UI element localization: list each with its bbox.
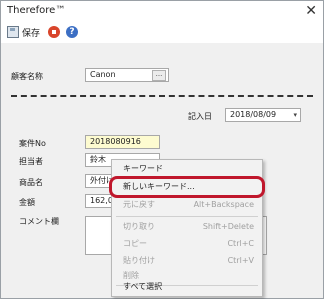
menu-item-label: 切り取り (123, 222, 155, 231)
context-menu: キーワード 新しいキーワード... 元に戻す Alt+Backspace 切り取… (109, 159, 265, 297)
menu-item-cut[interactable]: 切り取り Shift+Delete (112, 219, 262, 235)
chevron-down-icon[interactable]: ▾ (293, 109, 297, 121)
customer-label: 顧客名称 (11, 72, 43, 81)
menu-item-label: 元に戻す (123, 200, 155, 209)
menu-separator (116, 216, 258, 217)
date-label: 記入日 (188, 112, 212, 121)
menu-item-label: コピー (123, 239, 147, 248)
person-label: 担当者 (19, 157, 43, 166)
amount-label: 金額 (19, 198, 35, 207)
window-title: Therefore™ (7, 5, 66, 16)
section-divider (11, 95, 313, 97)
stop-icon[interactable] (48, 26, 60, 38)
date-picker[interactable]: 2018/08/09 ▾ (225, 108, 301, 122)
case-no-value: 2018080916 (90, 137, 141, 146)
menu-item-label: 新しいキーワード... (123, 182, 195, 191)
menu-item-shortcut: Alt+Backspace (193, 200, 254, 209)
menu-item-label: キーワード (123, 164, 163, 173)
menu-item-label: 貼り付け (123, 256, 155, 265)
customer-field[interactable]: Canon ... (85, 68, 169, 82)
comment-label: コメント欄 (19, 217, 59, 226)
menu-item-shortcut: Ctrl+C (227, 239, 254, 248)
app-window: Therefore™ ✕ 保存 ? 顧客名称 Canon ... 記入日 201… (0, 0, 324, 299)
menu-item-shortcut: Ctrl+V (227, 256, 254, 265)
case-no-field[interactable]: 2018080916 (85, 135, 160, 149)
product-label: 商品名 (19, 178, 43, 187)
case-no-label: 案件No (19, 139, 46, 148)
menu-item-undo[interactable]: 元に戻す Alt+Backspace (112, 197, 262, 213)
title-bar: Therefore™ ✕ (1, 1, 323, 23)
menu-item-keyword[interactable]: キーワード (112, 161, 262, 177)
toolbar: 保存 ? (1, 23, 323, 43)
save-button[interactable]: 保存 (7, 25, 40, 39)
menu-item-select-all[interactable]: すべて選択 (112, 279, 262, 295)
menu-item-new-keyword[interactable]: 新しいキーワード... (109, 176, 265, 198)
save-icon (7, 26, 19, 38)
person-value: 鈴木 (90, 155, 106, 164)
help-icon[interactable]: ? (66, 26, 78, 38)
menu-item-paste[interactable]: 貼り付け Ctrl+V (112, 253, 262, 269)
customer-value: Canon (90, 70, 116, 79)
save-button-label: 保存 (22, 28, 41, 39)
close-icon[interactable]: ✕ (305, 3, 317, 19)
menu-item-copy[interactable]: コピー Ctrl+C (112, 236, 262, 252)
menu-item-shortcut: Shift+Delete (202, 222, 254, 231)
menu-item-label: すべて選択 (123, 282, 163, 291)
date-value: 2018/08/09 (230, 110, 277, 119)
lookup-button[interactable]: ... (152, 70, 166, 81)
